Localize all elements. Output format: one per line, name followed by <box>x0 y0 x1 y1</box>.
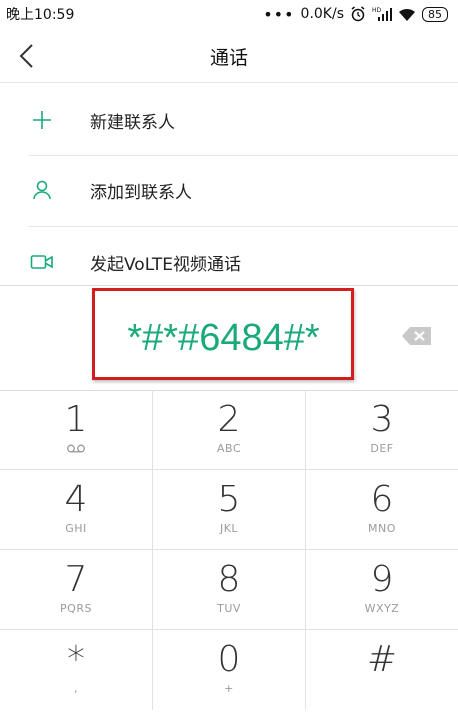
key-digit: 4 <box>64 479 88 520</box>
volte-video-call-label: 发起VoLTE视频通话 <box>90 254 241 275</box>
key-letters: GHI <box>65 522 87 535</box>
key-8[interactable]: 8 TUV <box>153 550 306 630</box>
key-6[interactable]: 6 MNO <box>306 470 458 550</box>
key-digit: # <box>366 639 398 680</box>
key-digit: * <box>67 639 85 680</box>
key-letters: , <box>74 682 78 695</box>
voicemail-icon <box>67 444 85 453</box>
key-digit: 5 <box>217 479 241 520</box>
battery-indicator: 85 <box>422 6 448 22</box>
key-hash[interactable]: # <box>306 630 458 710</box>
key-digit: 2 <box>217 399 241 440</box>
signal-icon: HD <box>372 7 392 21</box>
key-digit: 8 <box>217 559 241 600</box>
back-arrow-icon[interactable] <box>16 42 40 70</box>
alarm-icon <box>351 6 365 22</box>
key-7[interactable]: 7 PQRS <box>0 550 153 630</box>
key-digit: 3 <box>370 399 394 440</box>
key-star[interactable]: * , <box>0 630 153 710</box>
network-speed: 0.0K/s <box>300 6 344 22</box>
key-letters: PQRS <box>60 602 92 615</box>
header-divider <box>0 82 458 83</box>
key-letters: DEF <box>370 442 394 455</box>
dialed-number: *#*#6484#* <box>127 316 320 359</box>
key-2[interactable]: 2 ABC <box>153 390 306 470</box>
status-bar: 晚上10:59 ••• 0.0K/s HD 85 <box>0 0 458 28</box>
key-digit: 1 <box>64 399 88 440</box>
video-camera-icon <box>28 248 56 276</box>
dial-keypad: 1 2 ABC 3 DEF 4 GHI 5 JKL 6 MNO 7 PQRS 8… <box>0 390 458 710</box>
key-digit: 7 <box>64 559 88 600</box>
plus-icon <box>28 106 56 134</box>
new-contact-item[interactable]: 新建联系人 <box>0 85 458 155</box>
backspace-icon[interactable] <box>400 324 434 348</box>
key-3[interactable]: 3 DEF <box>306 390 458 470</box>
key-1[interactable]: 1 <box>0 390 153 470</box>
key-5[interactable]: 5 JKL <box>153 470 306 550</box>
key-digit: 6 <box>370 479 394 520</box>
key-digit: 0 <box>217 639 241 680</box>
key-letters: + <box>224 682 234 695</box>
status-icons: ••• 0.0K/s HD 85 <box>263 5 458 24</box>
svg-text:HD: HD <box>372 7 382 14</box>
key-letters: TUV <box>217 602 241 615</box>
key-letters: ABC <box>216 442 242 455</box>
page-title: 通话 <box>209 46 248 69</box>
wifi-icon <box>399 8 415 21</box>
add-to-contact-label: 添加到联系人 <box>90 182 192 203</box>
key-letters: JKL <box>219 522 239 535</box>
key-0[interactable]: 0 + <box>153 630 306 710</box>
key-digit: 9 <box>370 559 394 600</box>
key-letters: WXYZ <box>364 602 400 615</box>
title-bar: 通话 <box>0 30 458 82</box>
add-to-contact-item[interactable]: 添加到联系人 <box>0 155 458 225</box>
dialed-number-area: *#*#6484#* <box>0 285 458 391</box>
key-4[interactable]: 4 GHI <box>0 470 153 550</box>
status-time: 晚上10:59 <box>6 7 75 23</box>
more-dots-icon: ••• <box>263 4 295 24</box>
new-contact-label: 新建联系人 <box>90 112 175 133</box>
person-icon <box>28 176 56 204</box>
key-letters: MNO <box>368 522 396 535</box>
key-9[interactable]: 9 WXYZ <box>306 550 458 630</box>
